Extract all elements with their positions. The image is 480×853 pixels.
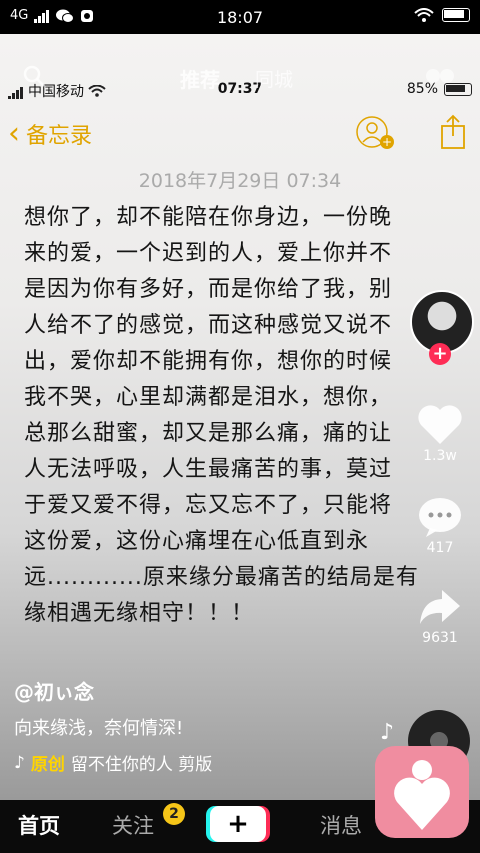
memo-line: 出，爱你却不能拥有你，想你的时候 [24,349,393,374]
memo-line: 人给不了的感觉，而这种感觉又说不 [24,313,393,338]
share-icon[interactable] [438,114,468,150]
follow-badge: 2 [163,803,185,825]
nav-follow[interactable]: 关注 [112,810,154,840]
share-count: 9631 [422,630,458,646]
comment-button[interactable]: 417 [412,496,468,556]
share-arrow-icon [420,590,460,624]
memo-line: 这份爱，这份心痛埋在心低直到永 [24,529,370,554]
heart-icon [418,405,462,444]
wifi-icon [414,8,434,22]
comment-icon [419,498,461,537]
add-user-icon[interactable]: + [356,114,396,150]
like-count: 1.3w [423,448,457,464]
memo-line: 来的爱，一个迟到的人，爱上你并不 [24,241,393,266]
memo-line: 总那么甜蜜，却又是那么痛，痛的让 [24,421,393,446]
music-row[interactable]: ♪ 原创 留不住你的人 剪版 [14,750,213,776]
battery-icon [442,8,470,22]
music-original-label: 原创 [30,755,65,775]
video-frame[interactable]: 中国移动 07:37 85% 推荐 同城 ‹ 备忘录 + 2018年7月29日 … [0,34,480,800]
heart-icon [394,777,450,830]
tiktok-note-icon: ♪ [14,752,25,773]
memo-line: 缘相遇无缘相守！！！ [24,601,255,626]
chevron-left-icon: ‹ [8,116,20,151]
nav-messages[interactable]: 消息 [320,810,362,840]
status-right [414,8,470,22]
memo-line: 想你了，却不能陪在你身边，一份晚 [24,205,393,230]
memo-back-label: 备忘录 [26,124,93,149]
comment-count: 417 [426,540,454,556]
share-button[interactable]: 9631 [412,586,468,646]
like-button[interactable]: 1.3w [412,404,468,464]
nav-home[interactable]: 首页 [18,810,60,840]
status-bar: 4G 18:07 [0,0,480,34]
tab-local[interactable]: 同城 [255,65,293,92]
post-caption: 向来缘浅，奈何情深! [14,718,184,739]
search-icon[interactable] [22,64,46,88]
author-name[interactable]: @初ぃ念 [14,676,94,705]
music-title: 留不住你的人 剪版 [70,755,213,775]
memo-line: 人无法呼吸，人生最痛苦的事，莫过 [24,457,393,482]
memo-line: 是因为你有多好，而是你给了我，别 [24,277,393,302]
memo-line: 我不哭，心里却满都是泪水，想你， [24,385,393,410]
status-time: 18:07 [216,8,264,27]
memo-date: 2018年7月29日 07:34 [138,170,342,192]
svg-text:+: + [382,135,392,149]
memo-back-button[interactable]: ‹ 备忘录 [8,118,92,150]
memo-header: ‹ 备忘录 + [0,114,480,158]
nav-add-button[interactable]: + [210,806,266,842]
follow-plus-button[interactable]: + [429,343,451,365]
memo-line: 远............原来缘分最痛苦的结局是有 [24,565,419,590]
memo-line: 于爱又爱不得，忘又忘不了，只能将 [24,493,393,518]
top-tabs: 推荐 同城 [0,62,480,98]
memo-body: 想你了，却不能陪在你身边，一份晚 来的爱，一个迟到的人，爱上你并不 是因为你有多… [24,200,454,632]
live-icon[interactable] [424,66,456,86]
floating-heart-app-icon[interactable] [375,746,469,838]
tab-recommend[interactable]: 推荐 [180,64,220,93]
music-note-icon: ♪ [380,720,395,745]
